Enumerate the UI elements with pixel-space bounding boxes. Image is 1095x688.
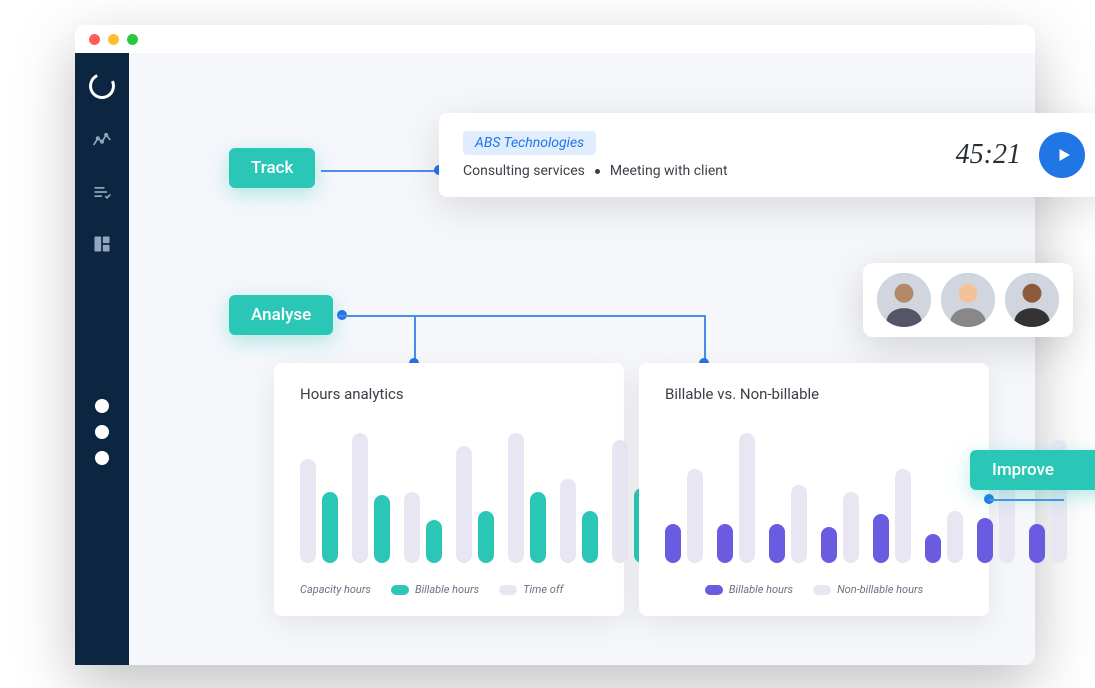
play-icon	[1055, 146, 1073, 164]
legend-item: Time off	[499, 583, 563, 596]
bar	[478, 511, 494, 563]
bar	[352, 433, 368, 563]
timer-info: ABS Technologies Consulting services Mee…	[463, 131, 728, 179]
dot-indicator	[95, 399, 109, 413]
bar	[612, 440, 628, 564]
bar	[530, 492, 546, 564]
legend-item: Billable hours	[391, 583, 479, 596]
bar-group	[873, 469, 911, 563]
legend-item: Capacity hours	[300, 583, 371, 596]
timer-card: ABS Technologies Consulting services Mee…	[439, 113, 1095, 197]
connector-line	[339, 315, 414, 317]
bar-group	[404, 492, 442, 564]
legend-item: Non-billable hours	[813, 583, 923, 596]
hours-bars	[300, 433, 598, 563]
bar	[426, 520, 442, 563]
dashboard-icon[interactable]	[91, 233, 113, 255]
chart-title: Hours analytics	[300, 385, 598, 403]
window-maximize-button[interactable]	[127, 34, 138, 45]
bar-group	[456, 446, 494, 563]
app-content: Track ABS Technologies Consulting servic…	[75, 53, 1035, 665]
bar	[895, 469, 911, 563]
avatar[interactable]	[941, 273, 995, 327]
analytics-icon[interactable]	[91, 129, 113, 151]
timer-category: Consulting services	[463, 163, 585, 179]
team-avatars-card	[863, 263, 1073, 337]
bar	[456, 446, 472, 563]
connector-line	[414, 315, 704, 317]
dot-indicator	[95, 425, 109, 439]
bar	[925, 534, 941, 563]
bar	[665, 524, 681, 563]
bar	[947, 511, 963, 563]
bar	[791, 485, 807, 563]
bar-group	[352, 433, 390, 563]
legend-item: Billable hours	[705, 583, 793, 596]
sidebar-pagination-dots	[95, 399, 109, 465]
connector-line	[704, 315, 706, 363]
chart-title: Billable vs. Non-billable	[665, 385, 963, 403]
bar-group	[508, 433, 546, 563]
app-window: Track ABS Technologies Consulting servic…	[75, 25, 1035, 665]
analyse-label-pill: Analyse	[229, 295, 333, 335]
bar	[821, 527, 837, 563]
bar	[322, 492, 338, 564]
app-logo-icon	[85, 69, 118, 102]
bar	[843, 492, 859, 564]
dot-indicator	[95, 451, 109, 465]
connector-line	[321, 170, 439, 172]
project-tag[interactable]: ABS Technologies	[463, 131, 596, 155]
timer-elapsed: 45:21	[956, 139, 1021, 171]
timer-controls: 45:21	[956, 132, 1085, 178]
bar	[769, 524, 785, 563]
bar-group	[769, 485, 807, 563]
bar	[739, 433, 755, 563]
connector-line	[989, 499, 1064, 501]
billable-nonbillable-card: Billable vs. Non-billable Billable hours…	[639, 363, 989, 616]
main-area: Track ABS Technologies Consulting servic…	[129, 53, 1035, 665]
avatar[interactable]	[1005, 273, 1059, 327]
bullet-separator-icon	[595, 169, 600, 174]
bar	[560, 479, 576, 564]
window-title-bar	[75, 25, 1035, 53]
hours-analytics-card: Hours analytics Capacity hours Billable …	[274, 363, 624, 616]
bar-group	[925, 511, 963, 563]
billable-legend: Billable hours Non-billable hours	[665, 583, 963, 596]
window-minimize-button[interactable]	[108, 34, 119, 45]
bar-group	[717, 433, 755, 563]
play-button[interactable]	[1039, 132, 1085, 178]
list-check-icon[interactable]	[91, 181, 113, 203]
bar	[999, 482, 1015, 563]
bar	[717, 524, 733, 563]
timer-task: Meeting with client	[610, 163, 728, 179]
connector-line	[414, 315, 416, 363]
bar	[977, 518, 993, 564]
billable-bars	[665, 433, 963, 563]
bar	[374, 495, 390, 563]
bar	[873, 514, 889, 563]
window-close-button[interactable]	[89, 34, 100, 45]
improve-label-pill: Improve	[970, 450, 1095, 490]
bar-group	[821, 492, 859, 564]
bar	[582, 511, 598, 563]
timer-meta: Consulting services Meeting with client	[463, 163, 728, 179]
bar	[1029, 524, 1045, 563]
sidebar	[75, 53, 129, 665]
hours-legend: Capacity hours Billable hours Time off	[300, 583, 598, 596]
bar-group	[977, 482, 1015, 563]
bar-group	[560, 479, 598, 564]
bar	[300, 459, 316, 563]
track-label-pill: Track	[229, 148, 315, 188]
bar-group	[665, 469, 703, 563]
bar	[508, 433, 524, 563]
avatar[interactable]	[877, 273, 931, 327]
bar-group	[300, 459, 338, 563]
bar	[687, 469, 703, 563]
bar	[404, 492, 420, 564]
